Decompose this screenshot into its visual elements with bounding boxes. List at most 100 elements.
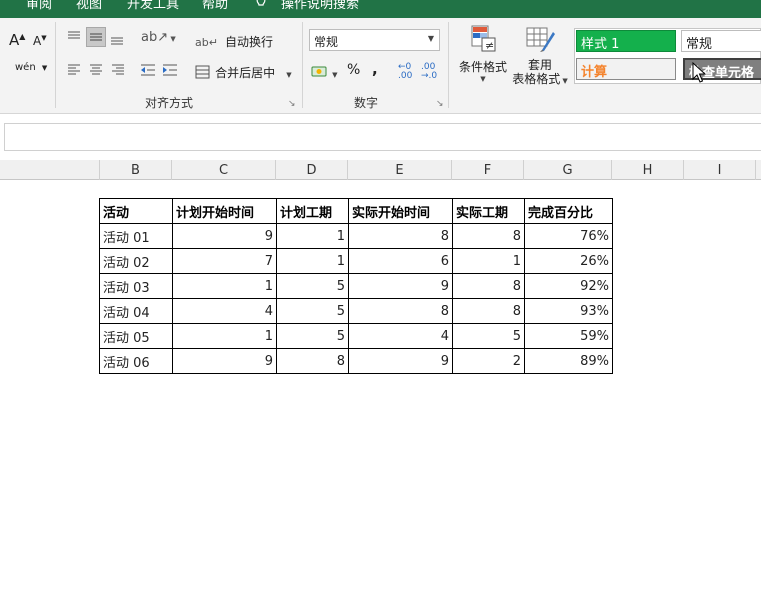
table-cell[interactable]: 92% [524,273,613,299]
tab-help[interactable]: 帮助 [202,0,228,12]
formula-bar-input[interactable] [4,123,761,151]
table-row: 活动 05 1 5 4 5 59% [99,323,613,349]
table-cell[interactable]: 4 [348,323,453,349]
wrap-text-button[interactable]: ab↵ 自动换行 [195,31,273,50]
column-header-blank[interactable] [0,160,100,180]
format-as-table-label-line1: 套用 [527,58,552,72]
align-top-icon[interactable] [66,30,82,44]
decrease-font-icon: A [33,34,42,48]
wrap-text-icon: ab↵ [195,36,218,49]
merge-center-button[interactable]: 合并后居中 ▼ [195,62,292,81]
tell-me-search[interactable]: 操作说明搜索 [281,0,359,12]
format-as-table-button[interactable]: 套用 表格格式 ▼ [510,24,570,96]
group-separator [55,22,56,108]
table-cell[interactable]: 8 [452,273,525,299]
header-cell[interactable]: 计划工期 [276,198,349,224]
style-gallery-normal[interactable]: 常规 [681,30,761,52]
align-middle-button[interactable] [86,27,106,47]
decrease-decimal-icon[interactable]: .00 →.0 [421,63,437,81]
header-cell[interactable]: 完成百分比 [524,198,613,224]
table-cell[interactable]: 5 [276,273,349,299]
conditional-format-button[interactable]: ≠ 条件格式 ▼ [458,24,508,96]
wrap-text-label: 自动换行 [225,35,274,49]
table-cell[interactable]: 7 [172,248,277,274]
tab-developer[interactable]: 开发工具 [127,0,179,12]
table-header-row: 活动 计划开始时间 计划工期 实际开始时间 实际工期 完成百分比 [99,198,613,224]
table-cell[interactable]: 8 [452,223,525,249]
align-center-icon[interactable] [88,63,104,77]
table-cell[interactable]: 93% [524,298,613,324]
table-row: 活动 06 9 8 9 2 89% [99,348,613,374]
column-header-h[interactable]: H [612,160,684,180]
table-cell[interactable]: 活动 03 [99,273,173,299]
percent-style-button[interactable]: % [347,62,360,78]
table-cell[interactable]: 9 [172,223,277,249]
column-header-g[interactable]: G [524,160,612,180]
table-cell[interactable]: 9 [348,348,453,374]
header-cell[interactable]: 实际开始时间 [348,198,453,224]
decrease-indent-icon[interactable] [140,63,156,77]
comma-style-button[interactable]: , [372,60,378,78]
table-cell[interactable]: 1 [276,223,349,249]
tab-view[interactable]: 视图 [76,0,102,12]
accounting-format-button[interactable]: ▼ [311,62,337,81]
table-cell[interactable]: 8 [276,348,349,374]
phonetic-icon: wén [15,62,36,73]
table-cell[interactable]: 1 [172,323,277,349]
table-cell[interactable]: 59% [524,323,613,349]
group-separator [302,22,303,108]
style-gallery-calculation[interactable]: 计算 [576,58,676,80]
dialog-launcher-icon[interactable]: ↘ [436,99,444,109]
calc-style-label: 计算 [581,65,608,80]
table-cell[interactable]: 活动 06 [99,348,173,374]
align-bottom-icon[interactable] [109,32,125,46]
table-cell[interactable]: 6 [348,248,453,274]
increase-indent-icon[interactable] [162,63,178,77]
table-cell[interactable]: 8 [348,298,453,324]
table-cell[interactable]: 5 [276,298,349,324]
increase-decimal-icon[interactable]: ←0.00 [398,63,412,81]
phonetic-guide-button[interactable]: wén ▼ [15,62,47,73]
table-cell[interactable]: 1 [276,248,349,274]
table-cell[interactable]: 76% [524,223,613,249]
align-right-icon[interactable] [110,63,126,77]
lightbulb-icon [256,0,266,6]
table-cell[interactable]: 9 [172,348,277,374]
group-separator [448,22,449,108]
table-cell[interactable]: 活动 05 [99,323,173,349]
table-cell[interactable]: 1 [172,273,277,299]
column-header-b[interactable]: B [100,160,172,180]
table-cell[interactable]: 1 [452,248,525,274]
number-format-combo[interactable]: 常规 ▼ [309,29,440,51]
tab-review[interactable]: 审阅 [26,0,52,12]
number-format-value: 常规 [314,35,339,49]
increase-font-button[interactable]: A▲ [9,31,25,49]
decrease-font-button[interactable]: A▼ [33,34,47,48]
table-cell[interactable]: 活动 04 [99,298,173,324]
table-cell[interactable]: 2 [452,348,525,374]
conditional-format-icon: ≠ [471,25,496,52]
table-cell[interactable]: 89% [524,348,613,374]
table-cell[interactable]: 活动 02 [99,248,173,274]
table-cell[interactable]: 5 [452,323,525,349]
align-left-icon[interactable] [66,63,82,77]
table-cell[interactable]: 8 [348,223,453,249]
header-cell[interactable]: 活动 [99,198,173,224]
header-cell[interactable]: 计划开始时间 [172,198,277,224]
column-header-e[interactable]: E [348,160,452,180]
table-cell[interactable]: 5 [276,323,349,349]
column-header-i[interactable]: I [684,160,756,180]
column-header-c[interactable]: C [172,160,276,180]
style-gallery-style1[interactable]: 样式 1 [576,30,676,52]
column-header-f[interactable]: F [452,160,524,180]
table-cell[interactable]: 9 [348,273,453,299]
table-cell[interactable]: 活动 01 [99,223,173,249]
orientation-button[interactable]: ab↗ ▼ [141,30,176,45]
column-header-d[interactable]: D [276,160,348,180]
dialog-launcher-icon[interactable]: ↘ [288,99,296,109]
table-cell[interactable]: 8 [452,298,525,324]
table-cell[interactable]: 26% [524,248,613,274]
header-cell[interactable]: 实际工期 [452,198,525,224]
table-cell[interactable]: 4 [172,298,277,324]
format-as-table-icon [526,27,555,52]
